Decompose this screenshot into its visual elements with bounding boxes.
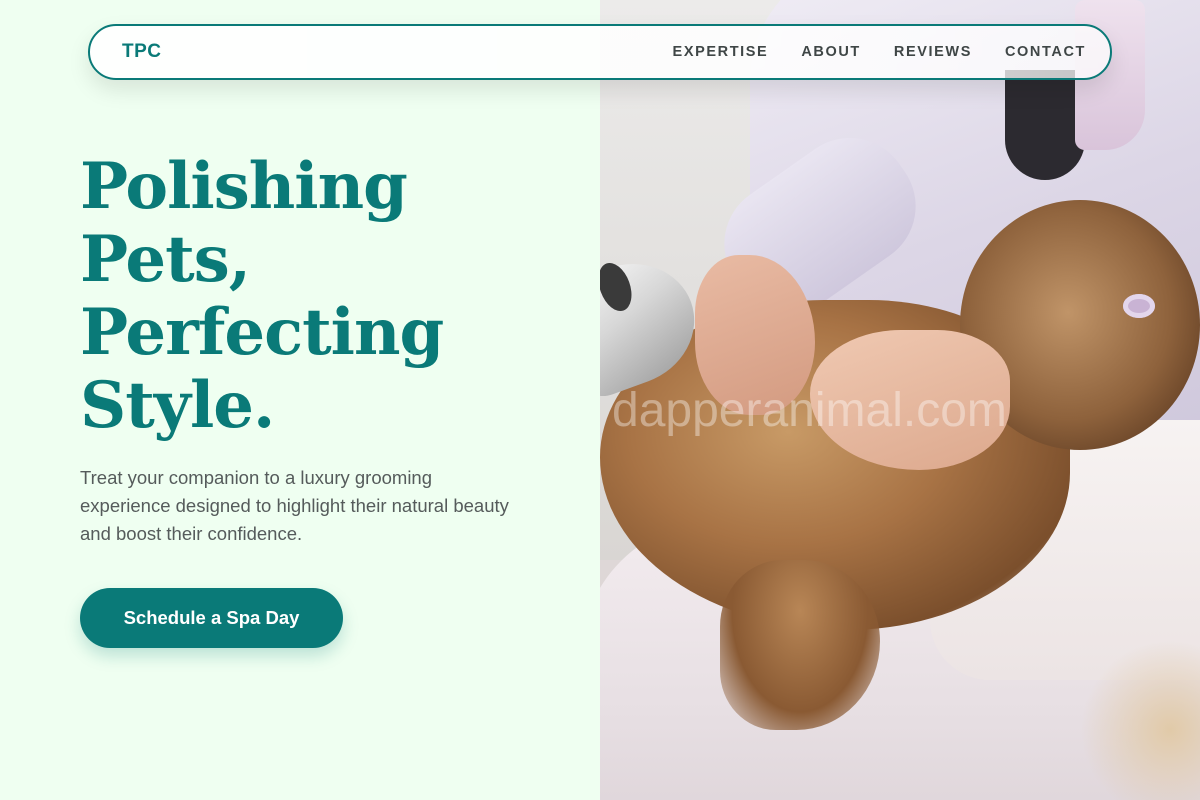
schedule-spa-day-button[interactable]: Schedule a Spa Day [80,588,343,648]
nav-item-reviews: REVIEWS [894,43,972,61]
nav-item-expertise: EXPERTISE [673,43,769,61]
nav-link-reviews[interactable]: REVIEWS [894,44,972,60]
photo-undershirt [1005,70,1085,180]
nav-link-contact[interactable]: CONTACT [1005,44,1086,60]
logo[interactable]: TPC [122,26,162,78]
nav-links: EXPERTISE ABOUT REVIEWS CONTACT [673,26,1086,78]
hero-title-line: Pets, [80,222,251,297]
hero-image-dog-grooming [600,0,1200,800]
nav-item-contact: CONTACT [1005,43,1086,61]
hero-title-line: Polishing [80,149,408,224]
nav-link-about[interactable]: ABOUT [801,44,861,60]
nav-link-expertise[interactable]: EXPERTISE [673,44,769,60]
hero-section: Polishing Pets, Perfecting Style. Treat … [0,0,600,800]
photo-hair-bow [1123,294,1155,318]
hero-title: Polishing Pets, Perfecting Style. [80,150,540,442]
top-navbar: TPC EXPERTISE ABOUT REVIEWS CONTACT [88,24,1112,80]
hero-subtitle: Treat your companion to a luxury groomin… [80,467,509,544]
nav-item-about: ABOUT [801,43,861,61]
hero-title-line: Style. [80,368,275,443]
hero-title-line: Perfecting [80,295,444,370]
